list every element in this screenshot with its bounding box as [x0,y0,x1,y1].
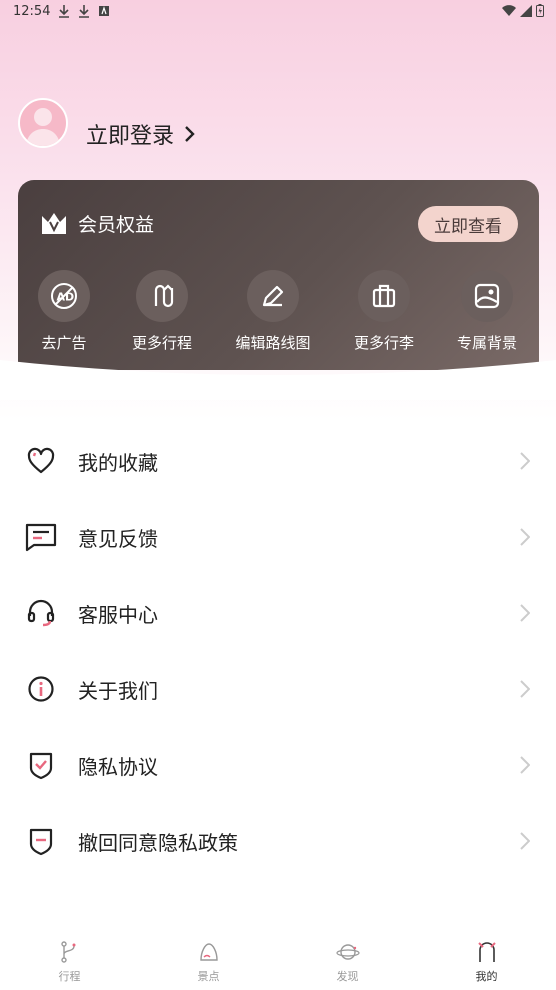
chevron-right-icon [520,832,530,850]
wifi-icon [502,4,516,16]
tab-attractions[interactable]: 景点 [139,930,278,990]
shield-minus-icon [29,828,53,856]
menu-label: 客服中心 [78,602,158,627]
user-silhouette-icon [26,108,60,146]
tab-label: 景点 [197,970,220,983]
crown-icon [42,212,66,234]
login-label: 立即登录 [86,124,175,149]
status-time: 12:54 [13,4,51,19]
download-icon [59,5,69,18]
route-tab-icon [60,941,75,963]
login-link[interactable]: 立即登录 [86,118,196,150]
chevron-right-icon [520,604,530,622]
menu-label: 意见反馈 [78,526,158,551]
chevron-right-icon [520,680,530,698]
status-system-icons [502,4,544,17]
pencil-icon [262,285,284,307]
tab-trips[interactable]: 行程 [0,930,139,990]
tab-label: 我的 [475,970,498,983]
menu-item-feedback[interactable]: 意见反馈 [0,499,556,575]
menu-item-about[interactable]: 关于我们 [0,651,556,727]
battery-icon [536,4,544,17]
vip-title-label: 会员权益 [78,214,155,236]
no-ads-icon: AD [51,283,77,309]
view-vip-button[interactable]: 立即查看 [418,206,518,242]
tab-discover[interactable]: 发现 [278,930,417,990]
vip-title: 会员权益 [40,210,154,237]
signal-icon [520,4,532,17]
settings-menu: 我的收藏 意见反馈 客服中心 关于我们 隐私协议 撤回同意隐私政策 [0,423,556,879]
info-icon [28,676,54,702]
menu-item-customer-service[interactable]: 客服中心 [0,575,556,651]
feedback-icon [25,523,57,552]
chevron-right-icon [185,126,195,142]
download-icon [79,5,89,18]
luggage-icon [372,284,396,308]
a-box-icon [99,6,109,16]
heart-icon [27,447,55,474]
menu-label: 我的收藏 [78,450,158,475]
profile-section[interactable]: 立即登录 [18,96,196,150]
avatar[interactable] [18,98,68,148]
menu-label: 关于我们 [78,678,158,703]
menu-item-favorites[interactable]: 我的收藏 [0,423,556,499]
wave-divider [0,360,556,400]
chevron-right-icon [520,528,530,546]
tab-label: 发现 [336,970,359,983]
menu-label: 隐私协议 [78,754,158,779]
shield-check-icon [29,752,53,780]
status-notification-icons [58,4,110,18]
image-icon [474,283,500,309]
planet-tab-icon [335,944,360,960]
cat-tab-icon [477,942,496,962]
bottom-tab-bar: 行程 景点 发现 我的 [0,930,556,990]
route-icon [154,284,174,308]
menu-label: 撤回同意隐私政策 [78,830,238,855]
menu-item-revoke-privacy[interactable]: 撤回同意隐私政策 [0,803,556,879]
tab-mine[interactable]: 我的 [417,930,556,990]
chevron-right-icon [520,756,530,774]
tab-label: 行程 [58,970,81,983]
headset-icon [27,599,55,627]
status-bar: 12:54 [0,0,556,24]
menu-item-privacy[interactable]: 隐私协议 [0,727,556,803]
mountain-tab-icon [199,943,218,961]
chevron-right-icon [520,452,530,470]
